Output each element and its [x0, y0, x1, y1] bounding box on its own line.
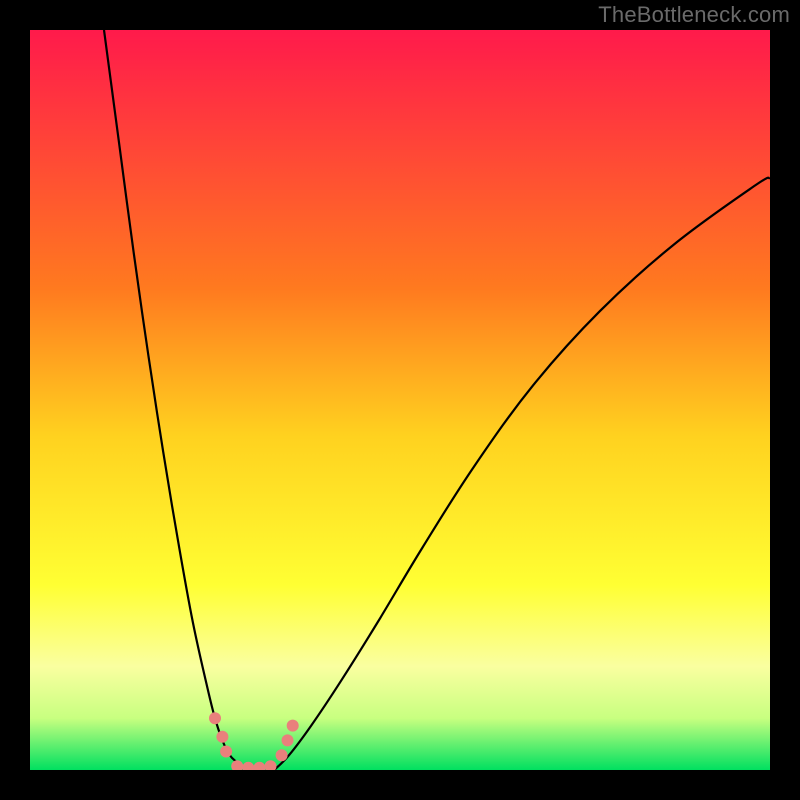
marker-dot: [287, 720, 299, 732]
marker-dot: [216, 731, 228, 743]
gradient-background: [30, 30, 770, 770]
marker-dot: [220, 746, 232, 758]
marker-dot: [209, 712, 221, 724]
chart-container: TheBottleneck.com: [0, 0, 800, 800]
watermark-text: TheBottleneck.com: [598, 2, 790, 28]
marker-dot: [282, 734, 294, 746]
bottleneck-curve-chart: [30, 30, 770, 770]
marker-dot: [276, 749, 288, 761]
